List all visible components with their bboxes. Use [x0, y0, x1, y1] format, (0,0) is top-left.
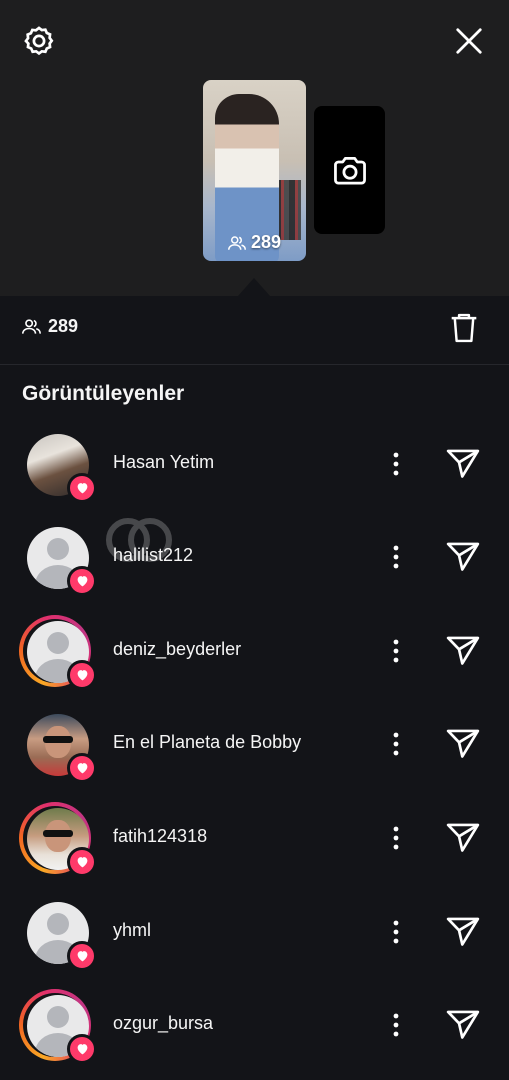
more-options-icon[interactable]: [385, 917, 407, 947]
more-options-icon[interactable]: [385, 542, 407, 572]
story-preview-header: 289: [0, 0, 509, 296]
viewer-row[interactable]: fatih124318: [0, 793, 509, 883]
avatar-glasses: [43, 736, 73, 743]
viewer-username[interactable]: Hasan Yetim: [113, 452, 214, 473]
selected-story-indicator: [238, 278, 270, 296]
heart-icon: [67, 660, 97, 690]
heart-icon: [67, 941, 97, 971]
viewer-count: 289: [22, 316, 78, 337]
gear-icon[interactable]: [20, 22, 58, 60]
viewers-section-title: Görüntüleyenler: [22, 382, 185, 405]
heart-icon: [67, 1034, 97, 1064]
add-story-button[interactable]: [314, 106, 385, 234]
viewer-username[interactable]: deniz_beyderler: [113, 639, 241, 660]
avatar-container[interactable]: [18, 989, 98, 1064]
viewer-row[interactable]: halilist212: [0, 512, 509, 602]
avatar-container[interactable]: [18, 710, 98, 783]
heart-icon: [67, 473, 97, 503]
avatar-container[interactable]: [18, 802, 98, 877]
more-options-icon[interactable]: [385, 1010, 407, 1040]
viewer-row[interactable]: deniz_beyderler: [0, 606, 509, 696]
send-message-icon[interactable]: [446, 634, 482, 668]
viewer-username[interactable]: ozgur_bursa: [113, 1013, 213, 1034]
heart-icon: [67, 847, 97, 877]
send-message-icon[interactable]: [446, 915, 482, 949]
viewer-row[interactable]: En el Planeta de Bobby: [0, 699, 509, 789]
viewers-icon: [22, 319, 41, 334]
more-options-icon[interactable]: [385, 729, 407, 759]
story-thumbnail[interactable]: 289: [203, 80, 306, 261]
avatar-container[interactable]: [18, 523, 98, 596]
close-icon[interactable]: [450, 22, 488, 60]
heart-icon: [67, 566, 97, 596]
send-message-icon[interactable]: [446, 727, 482, 761]
send-message-icon[interactable]: [446, 821, 482, 855]
viewer-username[interactable]: En el Planeta de Bobby: [113, 732, 301, 753]
viewer-username[interactable]: halilist212: [113, 545, 193, 566]
viewer-row[interactable]: yhml: [0, 887, 509, 977]
heart-icon: [67, 753, 97, 783]
send-message-icon[interactable]: [446, 1008, 482, 1042]
viewer-username[interactable]: yhml: [113, 920, 151, 941]
avatar-glasses: [43, 830, 73, 837]
viewer-row[interactable]: Hasan Yetim: [0, 419, 509, 509]
more-options-icon[interactable]: [385, 636, 407, 666]
send-message-icon[interactable]: [446, 447, 482, 481]
viewer-row[interactable]: ozgur_bursa: [0, 980, 509, 1070]
camera-icon: [333, 156, 366, 185]
story-viewer-count-value: 289: [250, 232, 282, 252]
avatar-container[interactable]: [18, 430, 98, 503]
story-viewer-count: 289: [203, 232, 306, 253]
avatar-container[interactable]: [18, 615, 98, 690]
more-options-icon[interactable]: [385, 823, 407, 853]
viewer-count-value: 289: [48, 316, 79, 336]
more-options-icon[interactable]: [385, 449, 407, 479]
trash-icon[interactable]: [446, 310, 482, 346]
viewer-username[interactable]: fatih124318: [113, 826, 207, 847]
viewers-icon: [227, 235, 246, 250]
avatar-container[interactable]: [18, 898, 98, 971]
send-message-icon[interactable]: [446, 540, 482, 574]
stats-bar: 289: [0, 296, 509, 365]
